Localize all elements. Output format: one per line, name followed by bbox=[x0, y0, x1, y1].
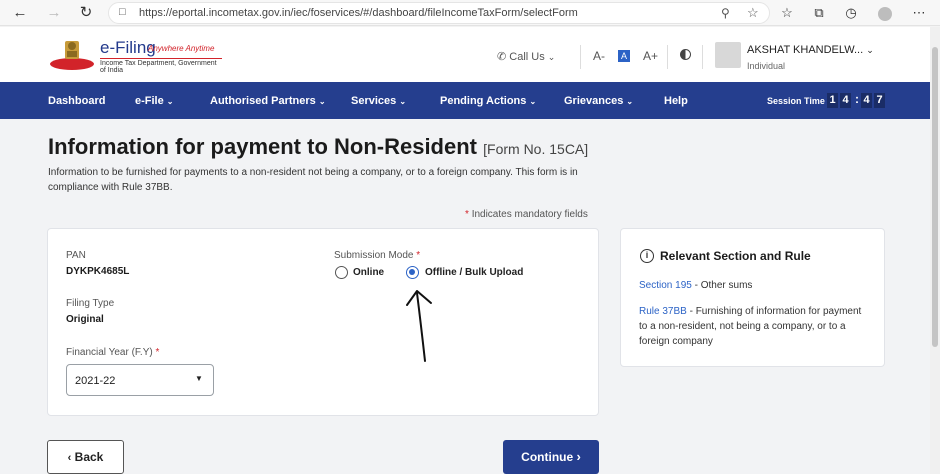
mandatory-note-text: Indicates mandatory fields bbox=[471, 209, 588, 220]
relevant-section-title: Relevant Section and Rule bbox=[660, 249, 811, 263]
logo-department: Income Tax Department, Government of Ind… bbox=[100, 58, 222, 74]
back-arrow-icon[interactable]: ← bbox=[10, 3, 30, 23]
user-menu[interactable]: AKSHAT KHANDELW... ⌄ bbox=[747, 44, 874, 56]
financial-year-label-text: Financial Year (F.Y) bbox=[66, 347, 153, 358]
divider bbox=[702, 45, 703, 69]
key-icon[interactable]: ⚲ bbox=[721, 6, 730, 20]
scrollbar-thumb[interactable] bbox=[932, 47, 938, 347]
user-name: AKSHAT KHANDELW... bbox=[747, 44, 864, 56]
favorites-icon[interactable]: ☆ bbox=[778, 4, 796, 22]
chevron-down-icon: ⌄ bbox=[547, 52, 556, 62]
offline-bulk-upload-radio[interactable] bbox=[406, 266, 419, 279]
form-card: PAN DYKPK4685L Filing Type Original Fina… bbox=[47, 228, 599, 416]
relevant-section-card: i Relevant Section and Rule Section 195 … bbox=[620, 228, 885, 367]
pan-value: DYKPK4685L bbox=[66, 266, 130, 277]
online-radio[interactable] bbox=[335, 266, 348, 279]
page-scrollbar[interactable] bbox=[930, 27, 940, 474]
nav-item-authorised-partners[interactable]: Authorised Partners ⌄ bbox=[210, 95, 326, 107]
profile-icon[interactable] bbox=[876, 4, 894, 22]
nav-label: Authorised Partners bbox=[210, 95, 316, 107]
lock-icon: □ bbox=[119, 6, 126, 18]
font-default-button[interactable]: A bbox=[618, 50, 631, 62]
nav-item-grievances[interactable]: Grievances ⌄ bbox=[564, 95, 633, 107]
nav-item-services[interactable]: Services ⌄ bbox=[351, 95, 406, 107]
continue-button[interactable]: Continue › bbox=[503, 440, 599, 474]
font-increase-button[interactable]: A+ bbox=[643, 49, 658, 63]
url-text: https://eportal.incometax.gov.in/iec/fos… bbox=[139, 7, 578, 19]
caret-down-icon: ▼ bbox=[195, 374, 203, 383]
session-time-label: Session Time bbox=[767, 96, 825, 106]
more-options-icon[interactable]: ⋯ bbox=[910, 4, 928, 22]
history-icon[interactable]: ◷ bbox=[842, 4, 860, 22]
divider bbox=[580, 45, 581, 69]
session-digit: 1 bbox=[827, 93, 838, 108]
chevron-left-icon: ‹ bbox=[67, 452, 72, 464]
nav-item-help[interactable]: Help bbox=[664, 95, 688, 107]
font-decrease-button[interactable]: A- bbox=[593, 49, 605, 63]
financial-year-select[interactable]: 2021-22 ▼ bbox=[66, 364, 214, 396]
nav-label: Pending Actions bbox=[440, 95, 527, 107]
avatar[interactable] bbox=[715, 42, 741, 68]
page-title-text: Information for payment to Non-Resident bbox=[48, 134, 477, 159]
session-digit: 7 bbox=[874, 93, 885, 108]
contrast-icon[interactable] bbox=[680, 49, 691, 60]
forward-arrow-icon[interactable]: → bbox=[44, 3, 64, 23]
chevron-down-icon: ⌄ bbox=[626, 97, 634, 106]
offline-bulk-upload-radio-label[interactable]: Offline / Bulk Upload bbox=[425, 267, 523, 278]
session-colon: : bbox=[855, 92, 859, 106]
section-195-text: - Other sums bbox=[691, 280, 753, 291]
online-radio-label[interactable]: Online bbox=[353, 267, 384, 278]
annotation-arrow-icon bbox=[406, 290, 432, 362]
user-role: Individual bbox=[747, 61, 786, 71]
site-header: e-Filing Anywhere Anytime Income Tax Dep… bbox=[0, 27, 930, 82]
chevron-down-icon: ⌄ bbox=[166, 97, 174, 106]
session-digit: 4 bbox=[840, 93, 851, 108]
browser-toolbar: ← → ↻ □ https://eportal.incometax.gov.in… bbox=[0, 0, 940, 26]
call-us-label: Call Us bbox=[509, 51, 545, 63]
chevron-right-icon: › bbox=[576, 449, 581, 464]
page-description: Information to be furnished for payments… bbox=[48, 167, 578, 193]
main-nav: Dashboard e-File ⌄ Authorised Partners ⌄… bbox=[0, 82, 930, 119]
call-us-button[interactable]: ✆ Call Us ⌄ bbox=[497, 50, 555, 63]
nav-item-dashboard[interactable]: Dashboard bbox=[48, 95, 105, 107]
financial-year-label: Financial Year (F.Y) * bbox=[66, 347, 160, 358]
filing-type-label: Filing Type bbox=[66, 298, 115, 309]
collections-icon[interactable]: ⧉ bbox=[810, 4, 828, 22]
mandatory-note: * Indicates mandatory fields bbox=[465, 209, 588, 220]
refresh-icon[interactable]: ↻ bbox=[76, 3, 96, 23]
nav-item-efile[interactable]: e-File ⌄ bbox=[135, 95, 174, 107]
back-button[interactable]: ‹ Back bbox=[47, 440, 124, 474]
nav-label: e-File bbox=[135, 95, 164, 107]
financial-year-value: 2021-22 bbox=[75, 375, 116, 387]
nav-label: Grievances bbox=[564, 95, 624, 107]
section-195-link[interactable]: Section 195 bbox=[639, 280, 692, 291]
emblem-logo-icon[interactable] bbox=[48, 37, 96, 71]
pan-label: PAN bbox=[66, 250, 86, 261]
chevron-down-icon: ⌄ bbox=[529, 97, 537, 106]
logo-tagline: Anywhere Anytime bbox=[148, 44, 215, 53]
submission-mode-label-text: Submission Mode bbox=[334, 250, 414, 261]
rule-37bb-link[interactable]: Rule 37BB bbox=[639, 306, 687, 317]
favorite-star-icon[interactable]: ☆ bbox=[747, 5, 759, 21]
nav-label: Services bbox=[351, 95, 397, 107]
form-number: [Form No. 15CA] bbox=[483, 141, 589, 157]
phone-icon: ✆ bbox=[497, 51, 507, 63]
page-title: Information for payment to Non-Resident … bbox=[48, 134, 588, 160]
address-bar[interactable]: □ https://eportal.incometax.gov.in/iec/f… bbox=[108, 2, 770, 24]
page: e-Filing Anywhere Anytime Income Tax Dep… bbox=[0, 27, 930, 474]
info-icon: i bbox=[640, 249, 654, 263]
chevron-down-icon: ⌄ bbox=[318, 97, 326, 106]
filing-type-value: Original bbox=[66, 314, 104, 325]
chevron-down-icon: ⌄ bbox=[866, 45, 874, 55]
back-button-label: Back bbox=[74, 450, 104, 464]
session-digit: 4 bbox=[861, 93, 872, 108]
rule-info: Rule 37BB - Furnishing of information fo… bbox=[639, 304, 871, 349]
submission-mode-label: Submission Mode * bbox=[334, 250, 421, 261]
continue-button-label: Continue bbox=[521, 450, 574, 464]
chevron-down-icon: ⌄ bbox=[399, 97, 407, 106]
section-info: Section 195 - Other sums bbox=[639, 278, 871, 293]
divider bbox=[667, 45, 668, 69]
nav-item-pending-actions[interactable]: Pending Actions ⌄ bbox=[440, 95, 536, 107]
